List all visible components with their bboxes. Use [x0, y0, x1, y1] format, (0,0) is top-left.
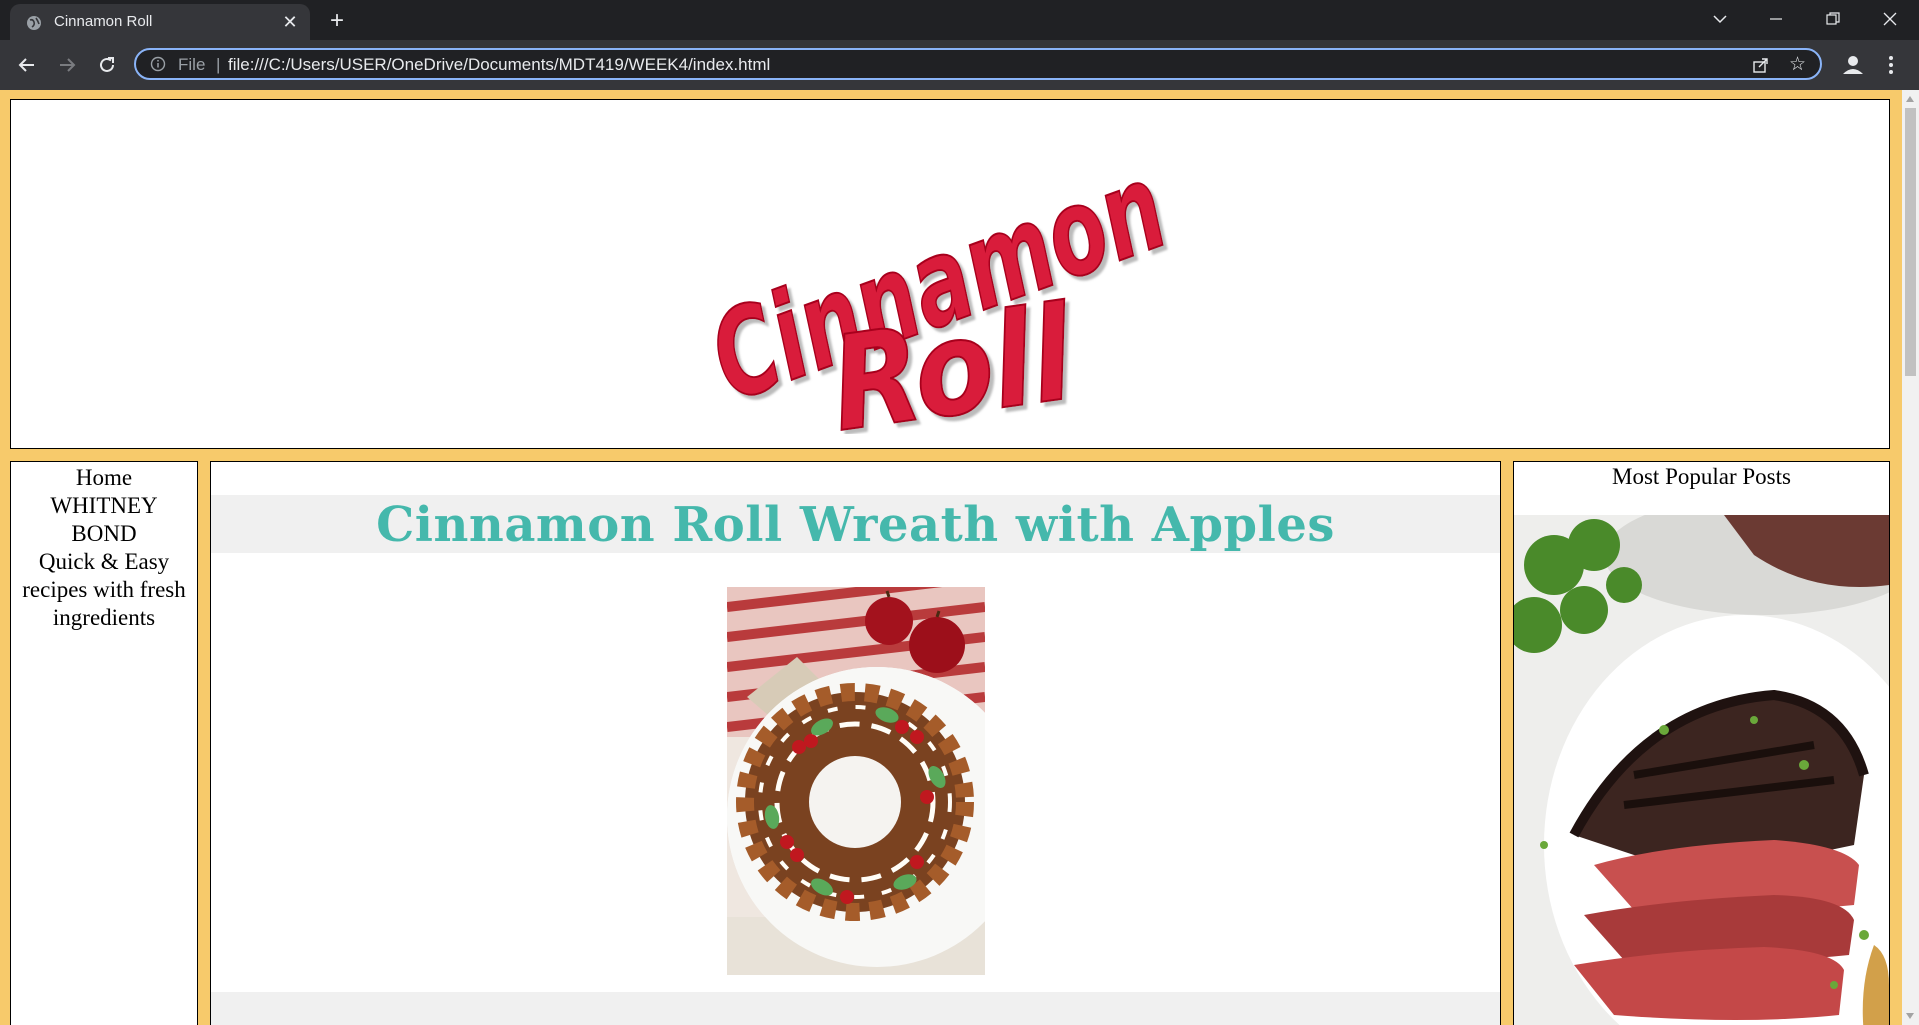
tab-close-icon[interactable]: ✕ — [280, 12, 300, 32]
new-tab-button[interactable]: + — [326, 9, 348, 33]
post-title: Cinnamon Roll Wreath with Apples — [376, 497, 1335, 553]
content-footer-band — [211, 992, 1500, 1025]
menu-dots-icon[interactable] — [1886, 52, 1896, 78]
star-icon[interactable]: ☆ — [1789, 55, 1806, 75]
tab-title: Cinnamon Roll — [54, 13, 153, 30]
forward-arrow-icon[interactable] — [54, 52, 80, 78]
cinnamon-roll-logo: Cinnamon Roll — [693, 137, 1184, 434]
tagline-line2: recipes with fresh — [22, 577, 186, 602]
browser-tab-strip: Cinnamon Roll ✕ + — [0, 0, 1919, 40]
restore-icon[interactable] — [1813, 6, 1853, 32]
author-name-line2: BOND — [71, 521, 137, 546]
tagline-line1: Quick & Easy — [38, 549, 170, 574]
steak-photo[interactable] — [1514, 515, 1889, 1025]
profile-icon[interactable] — [1840, 52, 1866, 78]
nav-home-link[interactable]: Home — [11, 464, 197, 492]
share-icon[interactable] — [1752, 56, 1770, 74]
url-text[interactable]: file:///C:/Users/USER/OneDrive/Documents… — [228, 55, 770, 75]
author-name-line1: WHITNEY — [50, 493, 158, 518]
right-sidebar: Most Popular Posts — [1513, 461, 1890, 1025]
wreath-photo — [727, 587, 985, 975]
browser-tab[interactable]: Cinnamon Roll ✕ — [10, 4, 310, 40]
tagline-line3: ingredients — [52, 605, 156, 630]
omnibox-separator: | — [216, 55, 221, 74]
main-content: Cinnamon Roll Wreath with Apples — [210, 461, 1501, 1025]
scroll-up-icon[interactable] — [1906, 96, 1914, 102]
site-header: Cinnamon Roll — [10, 99, 1890, 449]
chevron-down-icon[interactable] — [1700, 6, 1740, 32]
back-arrow-icon[interactable] — [14, 52, 40, 78]
reload-icon[interactable] — [94, 52, 120, 78]
minimize-icon[interactable] — [1756, 6, 1796, 32]
left-nav: Home WHITNEY BOND Quick & Easy recipes w… — [10, 461, 198, 1025]
globe-icon — [27, 16, 41, 30]
address-bar[interactable]: File | file:///C:/Users/USER/OneDrive/Do… — [134, 48, 1822, 80]
scheme-label: File — [178, 55, 206, 74]
title-band: Cinnamon Roll Wreath with Apples — [211, 495, 1500, 553]
page-viewport: Cinnamon Roll Home WHITNEY BOND Quick & … — [0, 90, 1902, 1025]
scroll-down-icon[interactable] — [1906, 1013, 1914, 1019]
scroll-thumb[interactable] — [1905, 108, 1916, 376]
window-close-icon[interactable] — [1870, 6, 1910, 32]
popular-posts-heading: Most Popular Posts — [1612, 464, 1791, 489]
vertical-scrollbar[interactable] — [1902, 90, 1919, 1025]
browser-toolbar: File | file:///C:/Users/USER/OneDrive/Do… — [0, 40, 1919, 90]
info-icon[interactable] — [150, 56, 166, 72]
